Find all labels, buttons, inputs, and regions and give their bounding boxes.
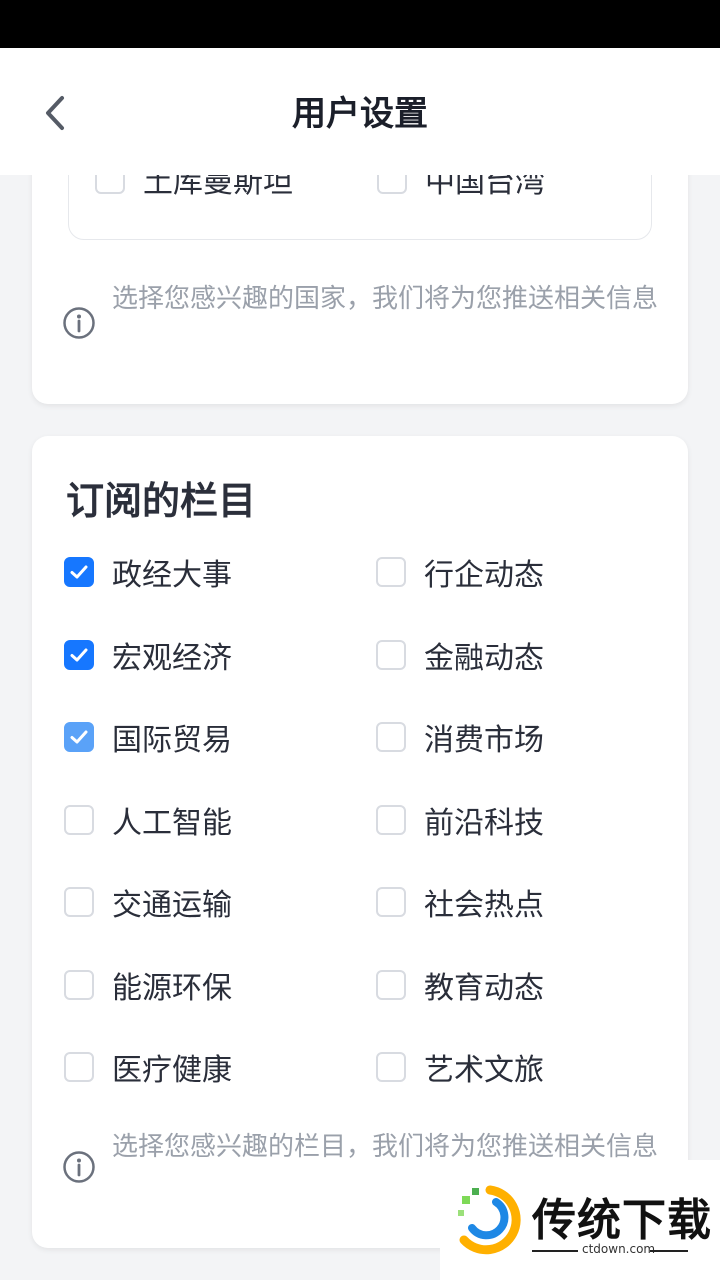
watermark-logo-icon: [458, 1185, 521, 1255]
column-option[interactable]: 宏观经济: [64, 635, 232, 676]
checkbox[interactable]: [376, 640, 406, 670]
checkbox[interactable]: [64, 970, 94, 1000]
watermark-domain: ctdown.com: [582, 1242, 656, 1256]
page-title: 用户设置: [292, 94, 428, 134]
info-icon: [63, 307, 95, 339]
column-option[interactable]: 金融动态: [376, 635, 544, 676]
app-header: 用户设置: [0, 48, 720, 175]
column-option[interactable]: 政经大事: [64, 552, 232, 593]
column-option[interactable]: 交通运输: [64, 882, 232, 923]
column-option[interactable]: 人工智能: [64, 800, 232, 841]
column-option[interactable]: 国际贸易: [64, 717, 232, 758]
column-option-label: 行企动态: [424, 558, 544, 593]
divider: [650, 1250, 688, 1252]
column-option-label: 金融动态: [424, 641, 544, 676]
watermark: 传统下载 ctdown.com: [440, 1160, 720, 1280]
checkbox[interactable]: [376, 970, 406, 1000]
checkbox[interactable]: [376, 887, 406, 917]
column-option-label: 宏观经济: [112, 641, 232, 676]
columns-card: 订阅的栏目 政经大事 行企动态宏观经济 金融动态国际贸易 消费市场人工智能 前沿科技交通…: [32, 436, 688, 1248]
checkbox[interactable]: [64, 805, 94, 835]
hint-text: 选择您感兴趣的国家，我们将为您推送相关信息: [112, 284, 659, 314]
column-option-label: 消费市场: [424, 723, 544, 758]
column-option-label: 人工智能: [112, 806, 232, 841]
column-option[interactable]: 社会热点: [376, 882, 544, 923]
column-option-label: 政经大事: [112, 558, 232, 593]
column-option-label: 社会热点: [424, 888, 544, 923]
checkbox[interactable]: [376, 805, 406, 835]
column-option[interactable]: 能源环保: [64, 965, 232, 1006]
column-option-label: 国际贸易: [112, 723, 232, 758]
checkbox[interactable]: [376, 1052, 406, 1082]
column-option[interactable]: 前沿科技: [376, 800, 544, 841]
info-icon: [63, 1151, 95, 1183]
checkbox[interactable]: [64, 1052, 94, 1082]
column-option-label: 艺术文旅: [424, 1053, 544, 1088]
column-option-label: 前沿科技: [424, 806, 544, 841]
column-option[interactable]: 医疗健康: [64, 1047, 232, 1088]
checkbox[interactable]: [376, 722, 406, 752]
column-option[interactable]: 消费市场: [376, 717, 544, 758]
status-bar: [0, 0, 720, 48]
divider: [532, 1250, 578, 1252]
column-option-label: 能源环保: [112, 971, 232, 1006]
checkbox-checked[interactable]: [64, 640, 94, 670]
column-option-label: 教育动态: [424, 971, 544, 1006]
checkbox[interactable]: [376, 557, 406, 587]
column-option[interactable]: 艺术文旅: [376, 1047, 544, 1088]
checkbox[interactable]: [64, 887, 94, 917]
column-option-label: 医疗健康: [112, 1053, 232, 1088]
column-option[interactable]: 教育动态: [376, 965, 544, 1006]
checkbox-checked[interactable]: [64, 557, 94, 587]
column-option[interactable]: 行企动态: [376, 552, 544, 593]
column-option-label: 交通运输: [112, 888, 232, 923]
checkbox-checked[interactable]: [64, 722, 94, 752]
watermark-name: 传统下载: [532, 1195, 712, 1246]
section-title: 订阅的栏目: [66, 479, 257, 523]
